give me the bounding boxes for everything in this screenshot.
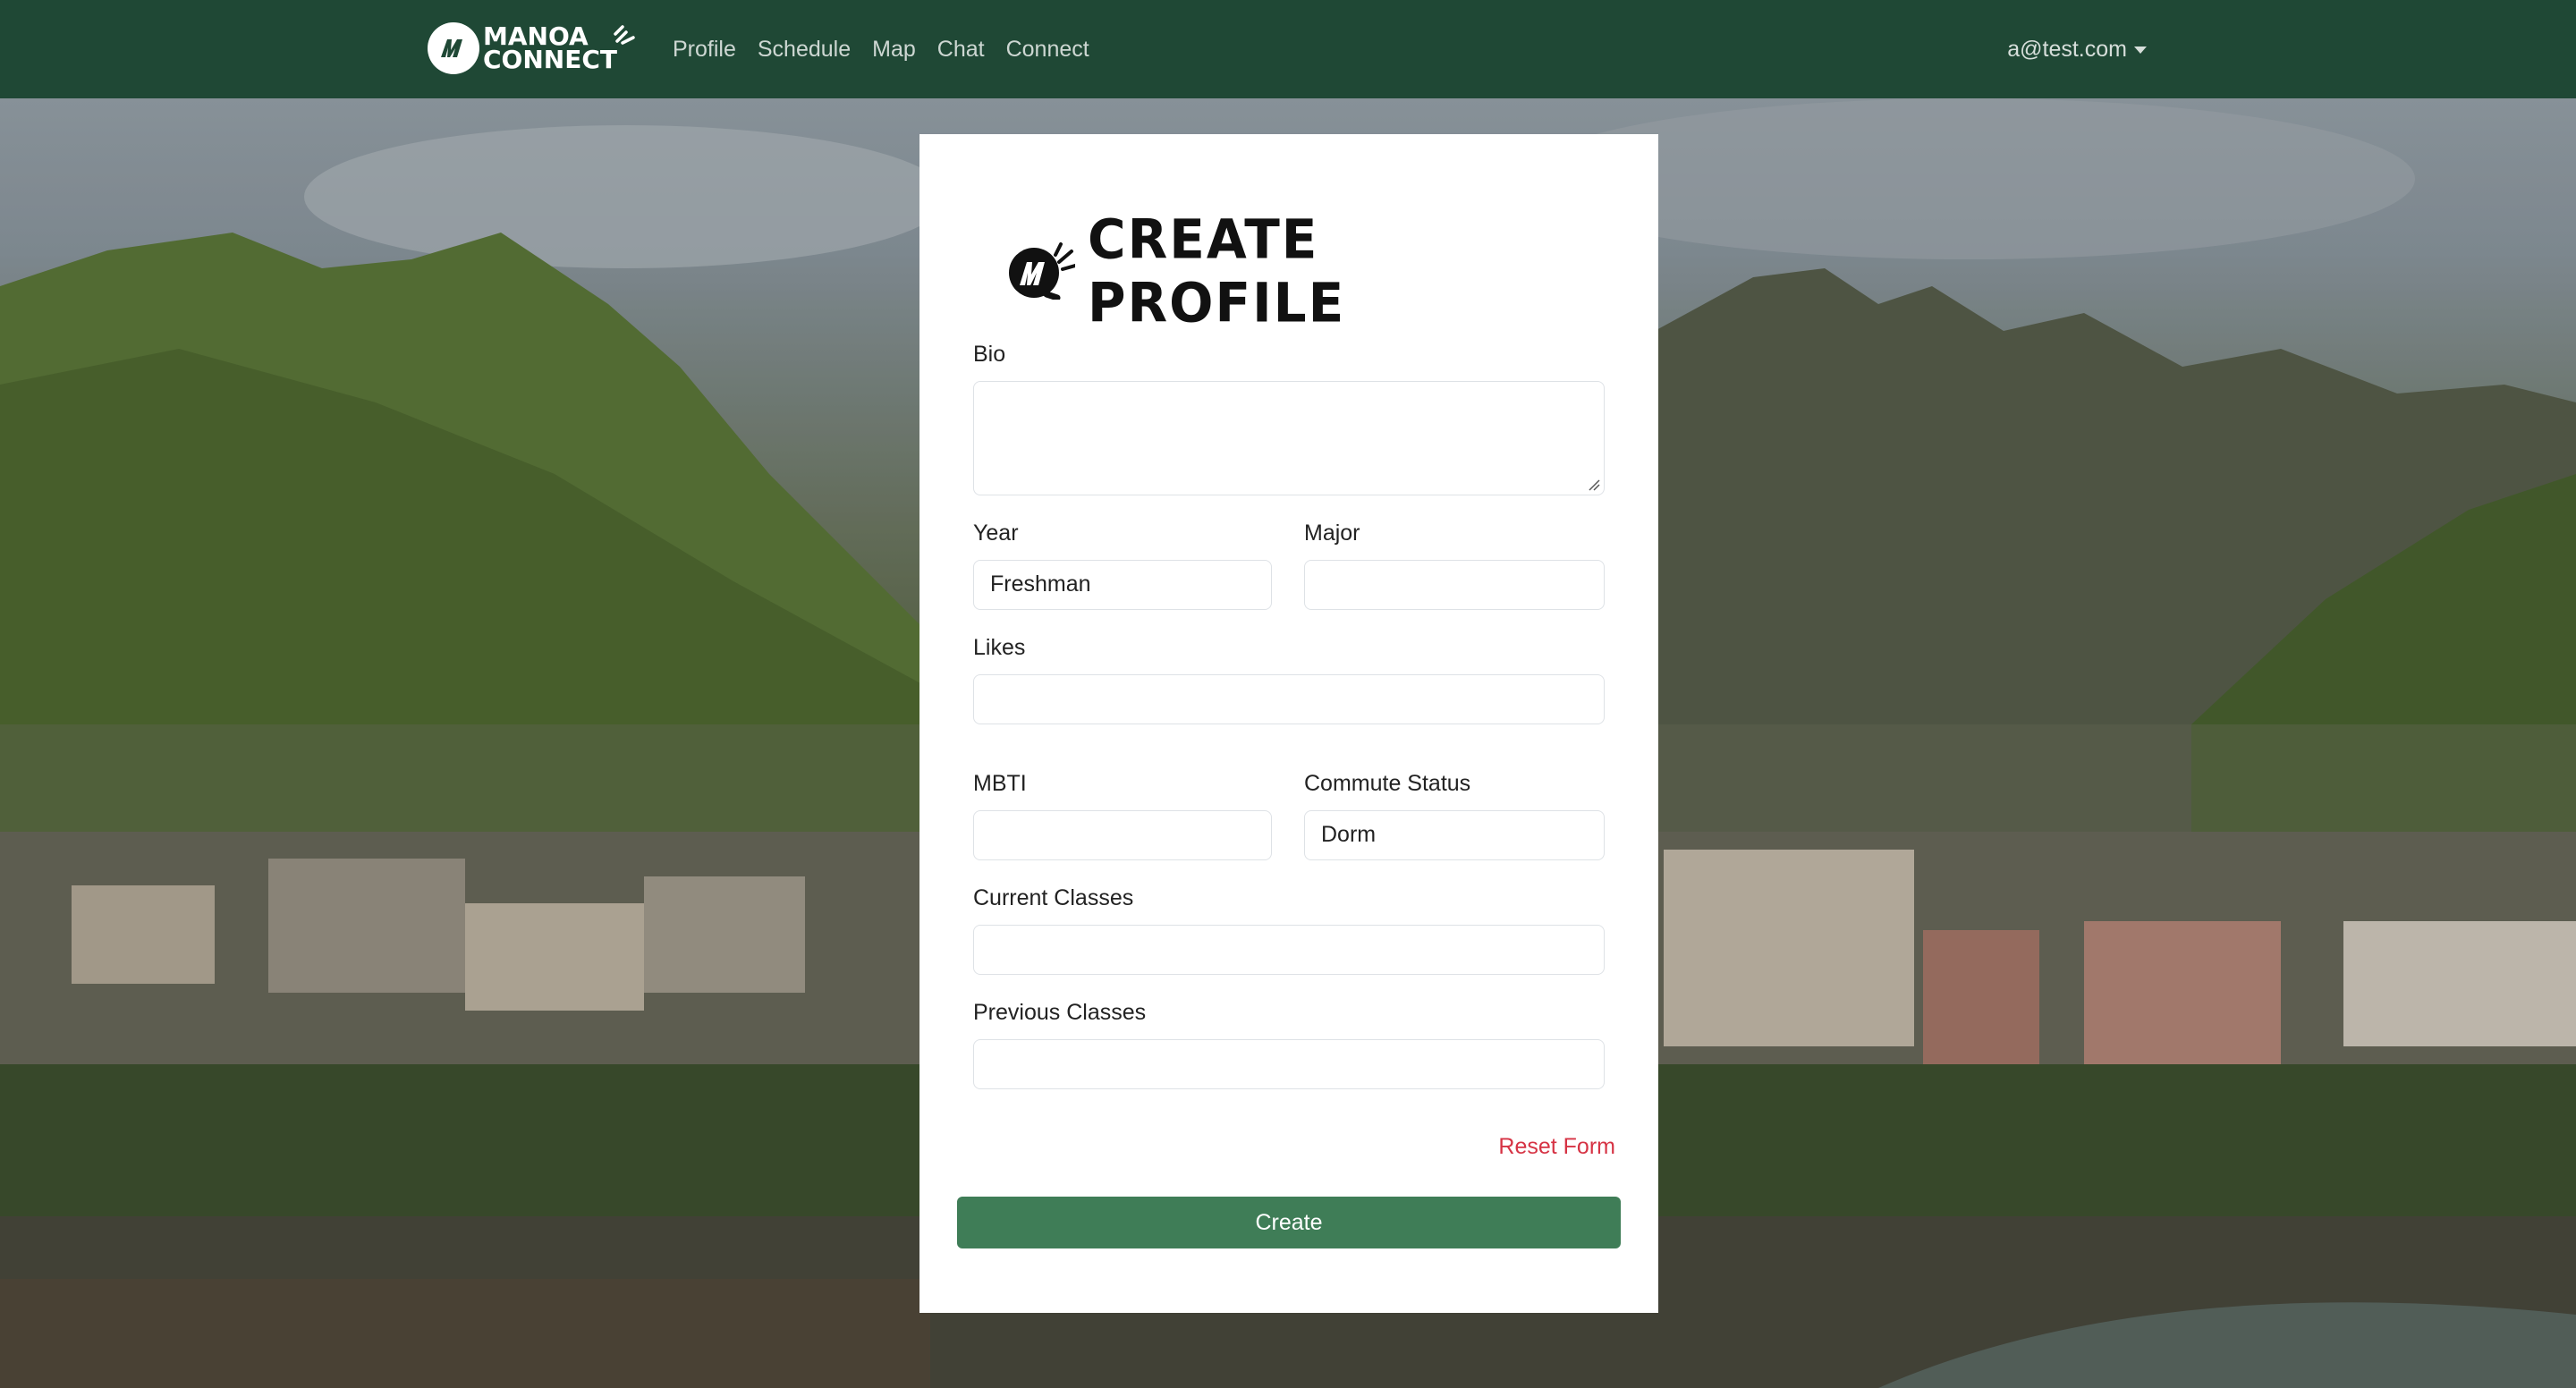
create-profile-card: CREATE PROFILE Bio Year Freshman Major L…	[919, 134, 1658, 1313]
bio-textarea[interactable]	[973, 381, 1605, 495]
previous-classes-input[interactable]	[973, 1039, 1605, 1089]
bio-label: Bio	[973, 342, 1006, 367]
previous-classes-label: Previous Classes	[973, 1000, 1147, 1025]
nav-link-profile[interactable]: Profile	[673, 37, 736, 63]
brand-wordmark: MANOA CONNECT	[483, 24, 635, 74]
current-classes-input[interactable]	[973, 925, 1605, 975]
page-title: CREATE PROFILE	[1088, 207, 1346, 335]
commute-status-label: Commute Status	[1304, 771, 1471, 796]
brand-line-2: CONNECT	[483, 45, 617, 74]
year-label: Year	[973, 520, 1019, 546]
nav-links: Profile Schedule Map Chat Connect	[673, 0, 1089, 98]
nav-link-schedule[interactable]: Schedule	[758, 37, 851, 63]
user-dropdown-toggle[interactable]: a@test.com	[2007, 0, 2147, 98]
year-select[interactable]: Freshman	[973, 560, 1272, 610]
nav-link-connect[interactable]: Connect	[1006, 37, 1089, 63]
manoa-connect-logo-icon	[428, 22, 479, 74]
likes-input[interactable]	[973, 674, 1605, 724]
sparkle-icon	[614, 25, 635, 45]
manoa-connect-logo-icon	[1007, 242, 1077, 301]
caret-down-icon	[2134, 47, 2147, 54]
reset-form-link[interactable]: Reset Form	[1498, 1134, 1615, 1160]
resize-grip-icon[interactable]	[1588, 478, 1600, 491]
mbti-input[interactable]	[973, 810, 1272, 860]
nav-link-map[interactable]: Map	[872, 37, 916, 63]
brand-logo[interactable]: MANOA CONNECT	[428, 21, 635, 75]
create-button[interactable]: Create	[957, 1197, 1621, 1248]
major-label: Major	[1304, 520, 1360, 546]
current-classes-label: Current Classes	[973, 885, 1134, 910]
nav-link-chat[interactable]: Chat	[937, 37, 985, 63]
major-input[interactable]	[1304, 560, 1605, 610]
mbti-label: MBTI	[973, 771, 1027, 796]
top-navbar: MANOA CONNECT Profile Schedule Map Chat …	[0, 0, 2576, 98]
user-email: a@test.com	[2007, 36, 2127, 62]
likes-label: Likes	[973, 635, 1026, 660]
commute-status-select[interactable]: Dorm	[1304, 810, 1605, 860]
card-header: CREATE PROFILE	[1007, 207, 1589, 334]
